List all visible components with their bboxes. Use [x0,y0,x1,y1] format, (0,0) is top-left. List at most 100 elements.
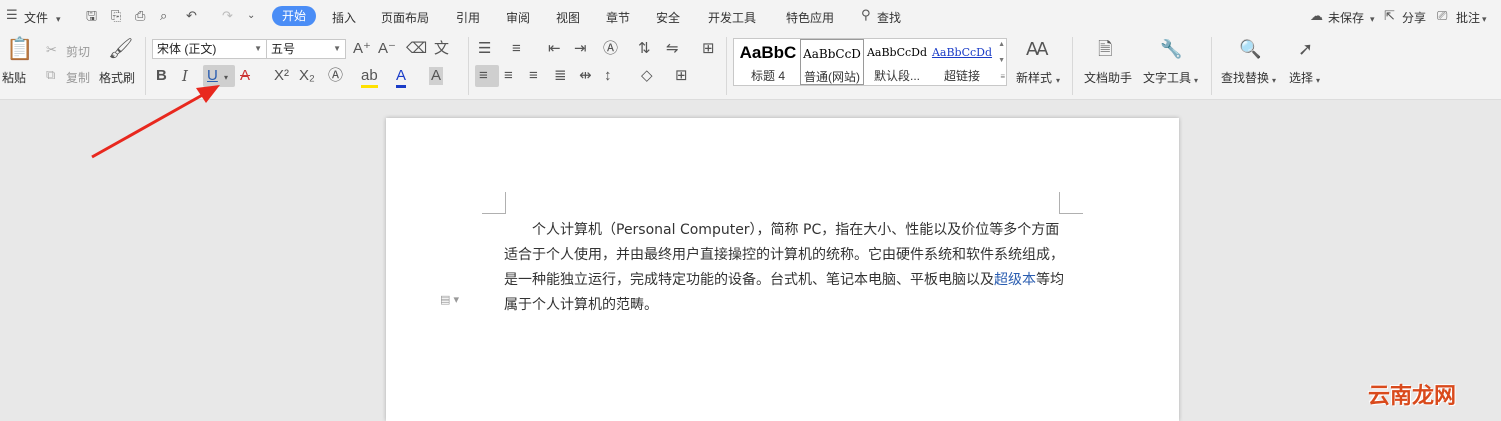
tab-developer[interactable]: 开发工具 [708,9,756,26]
style-normal-web[interactable]: AaBbCcD 普通(网站) [800,39,864,85]
hyperlink[interactable]: 超级本 [994,272,1036,288]
cut-button[interactable]: 剪切 [66,43,90,60]
tab-insert[interactable]: 插入 [332,9,356,26]
unsaved-status[interactable]: 未保存 [1328,9,1364,26]
shading-icon[interactable]: ◇ [641,67,653,85]
tab-layout[interactable]: 页面布局 [381,9,429,26]
chinese-layout-icon[interactable]: Ⓐ [603,40,618,58]
clear-format-icon[interactable]: ⌫ [406,40,427,58]
search-label[interactable]: 查找 [877,9,901,26]
decrease-indent-icon[interactable]: ⇤ [548,40,561,58]
sort-icon[interactable]: ⇅ [638,40,651,58]
print-preview-icon[interactable]: ⌕ [160,8,167,24]
text-effect-icon[interactable]: Ⓐ [328,67,343,85]
style-heading4[interactable]: AaBbC 标题 4 [736,39,800,85]
increase-indent-icon[interactable]: ⇥ [574,40,587,58]
shrink-font-icon[interactable]: A⁻ [378,40,396,58]
undo-icon[interactable]: ↶ [186,8,197,24]
scroll-up-icon[interactable]: ▲ [998,41,1005,48]
scroll-down-icon[interactable]: ▼ [998,57,1005,64]
magnifier-icon[interactable]: 🔍 [1239,40,1261,58]
align-right-icon[interactable]: ≡ [529,67,538,85]
tab-home[interactable]: 开始 [272,6,316,26]
chevron-down-icon[interactable]: ▾ [1316,72,1320,90]
number-list-icon[interactable]: ≡ [512,40,521,58]
format-painter-icon[interactable]: 🖌 [108,39,133,59]
paste-button[interactable]: 粘贴 [2,69,26,86]
search-icon[interactable]: ⚲ [861,7,871,23]
styles-gallery[interactable]: AaBbC 标题 4 AaBbCcD 普通(网站) AaBbCcDd 默认段..… [733,38,1007,86]
divider [1211,37,1212,95]
file-menu[interactable]: 文件 [24,9,48,26]
format-painter-button[interactable]: 格式刷 [99,69,135,86]
align-center-icon[interactable]: ≡ [504,67,513,85]
chevron-down-icon[interactable]: ▾ [224,69,228,87]
arrow-shaft [91,91,207,159]
distribute-icon[interactable]: ⇹ [579,67,592,85]
body-paragraph[interactable]: 个人计算机（Personal Computer），简称 PC，指在大小、性能以及… [504,218,1064,318]
style-default-para[interactable]: AaBbCcDd 默认段... [865,39,929,85]
show-hide-icon[interactable]: ⇋ [666,40,679,58]
tab-chapter[interactable]: 章节 [606,9,630,26]
paste-icon[interactable]: 📋 [6,38,33,60]
paragraph-handle-icon[interactable]: ▤ ▾ [440,293,459,306]
subscript-icon[interactable]: X₂ [299,67,315,85]
print-icon[interactable]: ⎙ [135,8,145,24]
doc-assistant-button[interactable]: 文档助手 [1084,69,1132,86]
copy-icon[interactable]: ⧉ [46,66,55,84]
document-page[interactable]: 个人计算机（Personal Computer），简称 PC，指在大小、性能以及… [386,118,1179,421]
tab-special[interactable]: 特色应用 [786,9,834,26]
bullet-list-icon[interactable]: ☰ [478,40,491,58]
strikethrough-icon[interactable]: A [240,67,250,85]
text-tools-button[interactable]: 文字工具 [1143,69,1191,86]
scissors-icon[interactable]: ✂ [46,41,57,59]
char-shading-icon[interactable]: A [429,67,444,85]
superscript-icon[interactable]: X² [274,67,289,85]
style-hyperlink[interactable]: AaBbCcDd 超链接 [930,39,994,85]
hamburger-icon[interactable]: ☰ [6,7,18,23]
tab-review[interactable]: 审阅 [506,9,530,26]
chevron-down-icon[interactable]: ▾ [1056,72,1060,90]
line-spacing-icon[interactable]: ↕ [604,67,612,85]
font-size-select[interactable]: 五号 ▼ [266,39,346,59]
chevron-down-icon[interactable]: ▾ [1194,72,1198,90]
tab-security[interactable]: 安全 [656,9,680,26]
bold-button[interactable]: B [156,67,167,85]
comment-icon[interactable]: ⎚ [1437,8,1447,24]
border-icon[interactable]: ⊞ [675,67,688,85]
cursor-icon[interactable]: ➚ [1298,40,1313,58]
comment-button[interactable]: 批注 [1456,9,1480,26]
chevron-down-icon[interactable]: ▾ [1272,72,1276,90]
italic-button[interactable]: I [182,67,188,85]
export-icon[interactable]: ⎘ [111,8,121,24]
font-color-icon[interactable]: A [396,67,407,88]
tab-view[interactable]: 视图 [556,9,580,26]
share-button[interactable]: 分享 [1402,9,1426,26]
new-style-button[interactable]: 新样式 [1016,69,1052,86]
share-icon[interactable]: ⇱ [1384,8,1395,24]
justify-icon[interactable]: ≣ [554,67,567,85]
doc-assistant-icon[interactable]: 🗎 [1098,40,1112,58]
find-replace-button[interactable]: 查找替换 [1221,69,1269,86]
expand-icon[interactable]: ≡ [1000,72,1005,81]
customize-icon[interactable]: ⌄ [247,8,255,24]
grow-font-icon[interactable]: A⁺ [353,40,371,58]
underline-button[interactable]: U [207,67,218,85]
tab-references[interactable]: 引用 [456,9,480,26]
table-icon[interactable]: ⊞ [702,40,715,58]
chevron-down-icon[interactable]: ▾ [56,11,61,27]
chevron-down-icon[interactable]: ▾ [1370,11,1375,27]
chevron-down-icon[interactable]: ▾ [1482,11,1487,27]
wrench-icon[interactable]: 🔧 [1160,40,1182,58]
new-style-icon[interactable]: Ꜳ [1026,40,1049,58]
copy-button[interactable]: 复制 [66,69,90,86]
redo-icon[interactable]: ↷ [222,8,233,24]
highlight-icon[interactable]: ab [361,67,378,88]
save-icon[interactable]: 🖫 [86,8,97,24]
select-button[interactable]: 选择 [1289,69,1313,86]
align-left-icon[interactable]: ≡ [479,67,488,85]
phonetic-icon[interactable]: 文 [434,40,449,58]
font-name-select[interactable]: 宋体 (正文) ▼ [152,39,267,59]
cloud-icon[interactable]: ☁ [1310,8,1323,24]
divider [726,37,727,95]
